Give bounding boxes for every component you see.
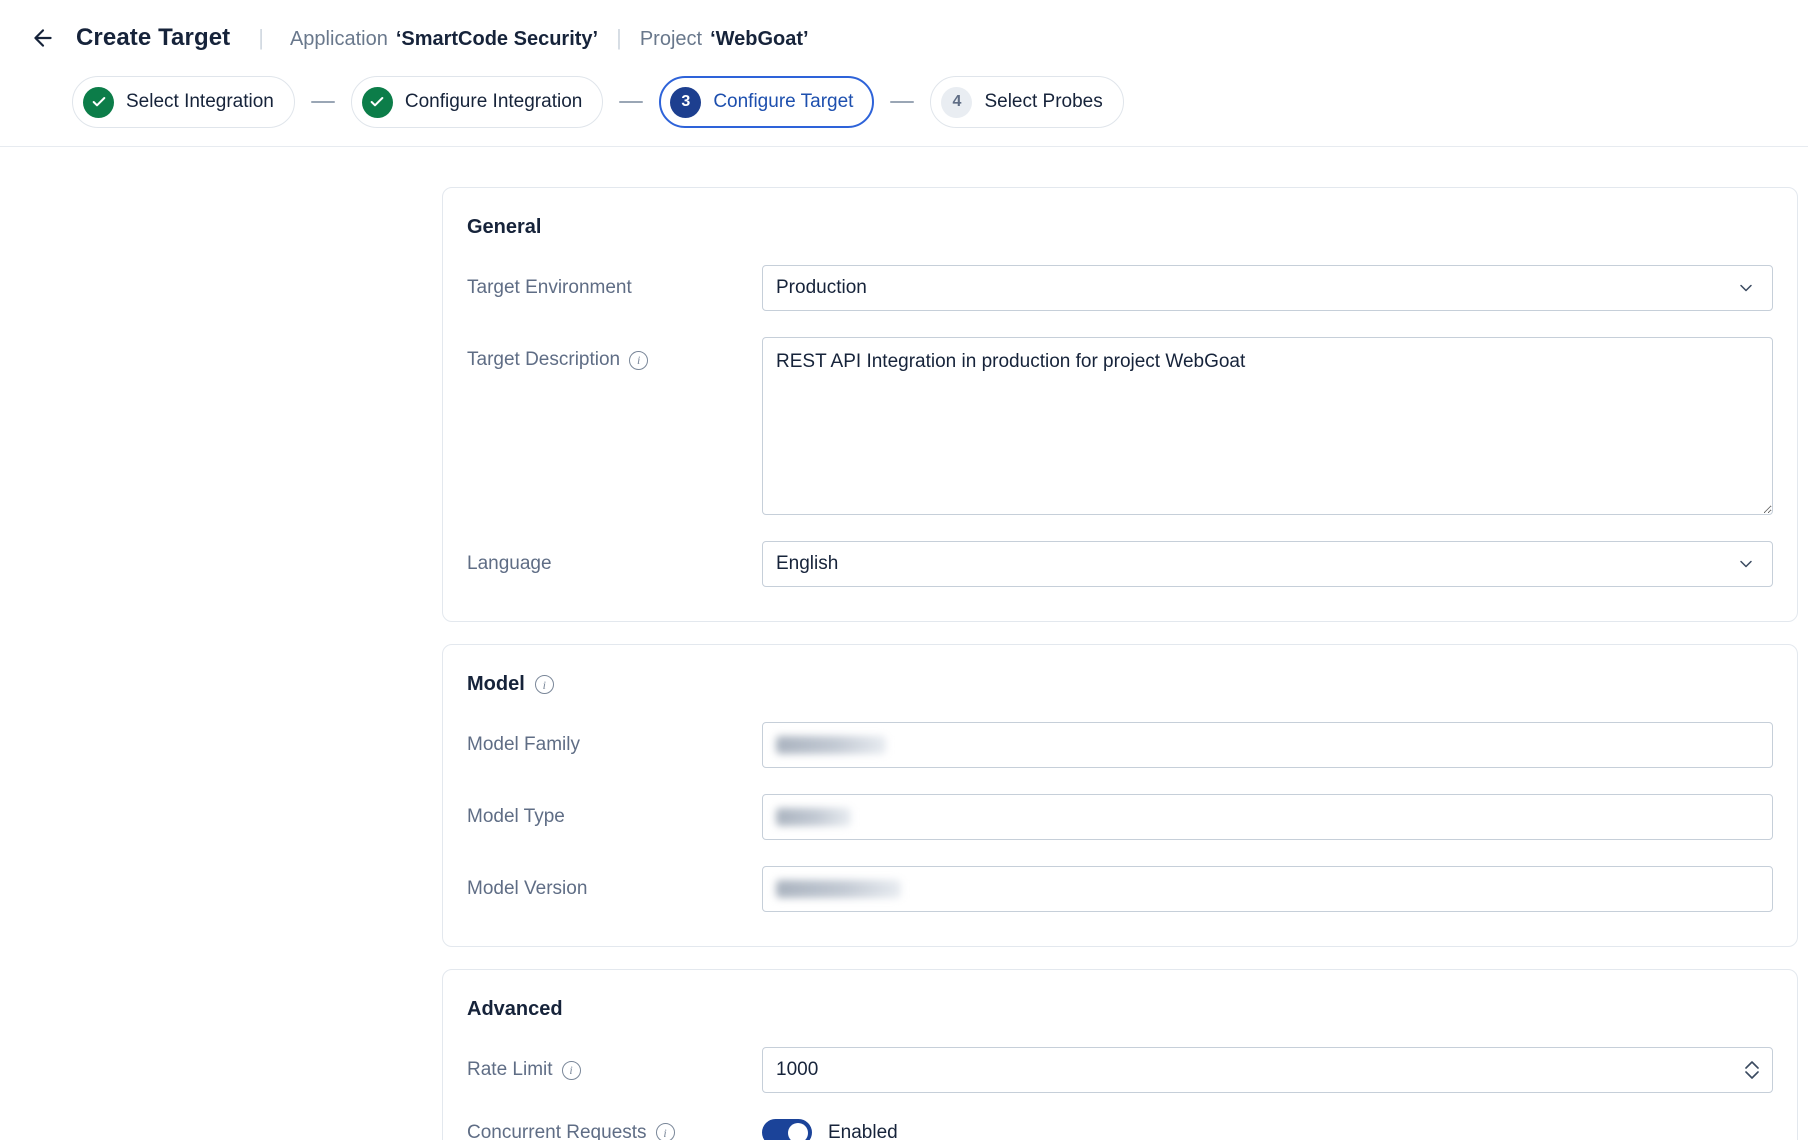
concurrent-requests-toggle[interactable] <box>762 1119 812 1140</box>
step-configure-integration[interactable]: Configure Integration <box>351 76 603 128</box>
step-configure-target[interactable]: 3 Configure Target <box>659 76 874 128</box>
concurrent-requests-label: Concurrent Requests <box>467 1122 647 1140</box>
number-stepper-icon[interactable] <box>1745 1061 1759 1079</box>
model-family-input[interactable] <box>762 722 1773 768</box>
breadcrumb-project-label: Project <box>640 28 702 51</box>
general-section-title: General <box>467 216 541 239</box>
step-select-integration[interactable]: Select Integration <box>72 76 295 128</box>
rate-limit-row: Rate Limit i <box>467 1047 1773 1093</box>
step-label: Configure Target <box>713 91 853 113</box>
back-button[interactable] <box>26 21 60 55</box>
model-type-label: Model Type <box>467 806 565 828</box>
model-version-row: Model Version <box>467 866 1773 912</box>
target-environment-label: Target Environment <box>467 277 632 299</box>
step-complete-check-icon <box>362 87 393 118</box>
advanced-section-title: Advanced <box>467 998 563 1021</box>
target-environment-value: Production <box>776 277 867 299</box>
title-row: Create Target | Application ‘SmartCode S… <box>0 16 1808 60</box>
info-icon[interactable]: i <box>629 351 648 370</box>
back-arrow-icon <box>30 25 56 51</box>
target-environment-select[interactable]: Production <box>762 265 1773 311</box>
info-icon[interactable]: i <box>562 1061 581 1080</box>
language-select[interactable]: English <box>762 541 1773 587</box>
breadcrumb: | Application ‘SmartCode Security’ | Pro… <box>258 25 808 51</box>
step-label: Select Integration <box>126 91 274 113</box>
breadcrumb-separator: | <box>616 25 622 51</box>
step-number-badge: 4 <box>941 87 972 118</box>
rate-limit-label: Rate Limit <box>467 1059 553 1081</box>
create-target-form: General Target Environment Production Ta… <box>442 187 1798 1140</box>
target-description-row: Target Description i REST API Integratio… <box>467 337 1773 515</box>
language-value: English <box>776 553 838 575</box>
target-environment-row: Target Environment Production <box>467 265 1773 311</box>
step-connector <box>619 101 643 103</box>
concurrent-requests-row: Concurrent Requests i Enabled <box>467 1119 1773 1140</box>
step-label: Select Probes <box>984 91 1102 113</box>
target-description-textarea[interactable]: REST API Integration in production for p… <box>762 337 1773 515</box>
model-type-input[interactable] <box>762 794 1773 840</box>
concurrent-requests-status: Enabled <box>828 1122 898 1140</box>
step-label: Configure Integration <box>405 91 582 113</box>
redacted-value <box>776 808 851 826</box>
step-complete-check-icon <box>83 87 114 118</box>
language-label: Language <box>467 553 552 575</box>
breadcrumb-application-label: Application <box>290 28 388 51</box>
model-version-input[interactable] <box>762 866 1773 912</box>
model-section-title: Model <box>467 673 525 696</box>
model-section: Model i Model Family Model Type Model Ve… <box>442 644 1798 947</box>
breadcrumb-divider: | <box>258 25 264 51</box>
language-row: Language English <box>467 541 1773 587</box>
chevron-down-icon <box>1736 554 1756 574</box>
advanced-section: Advanced Rate Limit i Concurrent Request… <box>442 969 1798 1140</box>
model-family-label: Model Family <box>467 734 580 756</box>
wizard-stepper: Select Integration Configure Integration… <box>0 60 1808 146</box>
general-section: General Target Environment Production Ta… <box>442 187 1798 622</box>
chevron-down-icon <box>1736 278 1756 298</box>
target-description-label: Target Description <box>467 349 620 371</box>
info-icon[interactable]: i <box>656 1123 675 1140</box>
page-header: Create Target | Application ‘SmartCode S… <box>0 0 1808 147</box>
step-number-badge: 3 <box>670 87 701 118</box>
model-version-label: Model Version <box>467 878 587 900</box>
model-type-row: Model Type <box>467 794 1773 840</box>
step-connector <box>311 101 335 103</box>
toggle-knob <box>788 1123 808 1140</box>
step-select-probes[interactable]: 4 Select Probes <box>930 76 1123 128</box>
page-title: Create Target <box>76 24 230 52</box>
info-icon[interactable]: i <box>535 675 554 694</box>
model-family-row: Model Family <box>467 722 1773 768</box>
rate-limit-input[interactable] <box>762 1047 1773 1093</box>
redacted-value <box>776 880 901 898</box>
redacted-value <box>776 736 886 754</box>
breadcrumb-project-value: ‘WebGoat’ <box>710 28 809 51</box>
step-connector <box>890 101 914 103</box>
breadcrumb-application-value: ‘SmartCode Security’ <box>396 28 598 51</box>
